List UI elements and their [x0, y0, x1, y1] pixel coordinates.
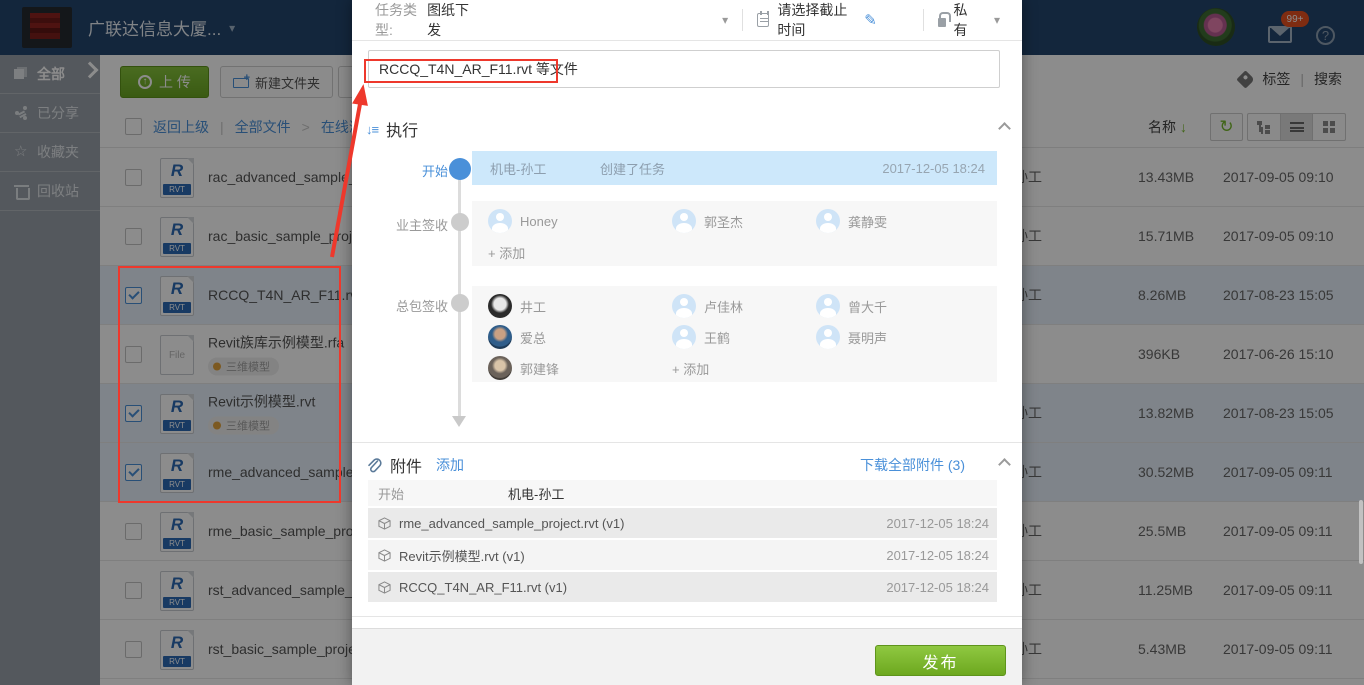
stage-start-dot	[449, 158, 471, 180]
dialog-footer: 发布	[352, 628, 1022, 685]
execution-flow-icon: ↓≡	[366, 122, 378, 137]
attachment-time: 2017-12-05 18:24	[886, 580, 989, 595]
participant[interactable]: 卢佳林	[672, 293, 816, 319]
divider	[923, 9, 924, 31]
start-time: 2017-12-05 18:24	[882, 161, 985, 176]
participant-avatar	[816, 294, 840, 318]
actor-column: 机电-孙工	[508, 484, 564, 503]
task-type-caret-icon[interactable]: ▾	[722, 13, 728, 27]
participant-avatar	[488, 356, 512, 380]
participant-name: 曾大千	[848, 297, 887, 316]
calendar-icon	[757, 13, 769, 27]
participant[interactable]: 龚静雯	[816, 208, 997, 234]
participant[interactable]: 郭建锋	[488, 355, 672, 381]
lock-icon	[938, 18, 947, 27]
stage-owner-label: 业主签收	[368, 215, 448, 234]
model-cube-icon	[378, 549, 391, 562]
edit-pencil-icon[interactable]: ✎	[864, 11, 877, 29]
participant-avatar	[816, 209, 840, 233]
participant-avatar	[488, 209, 512, 233]
participant[interactable]: + 添加	[672, 355, 816, 381]
participant[interactable]: 王鹤	[672, 324, 816, 350]
task-type-value[interactable]: 图纸下发	[427, 0, 472, 40]
model-cube-icon	[378, 517, 391, 530]
participant-name: 卢佳林	[704, 297, 743, 316]
participant-avatar	[816, 325, 840, 349]
participant-avatar	[488, 294, 512, 318]
attachment-row[interactable]: Revit示例模型.rvt (v1) 2017-12-05 18:24	[368, 540, 997, 570]
attachment-row[interactable]: RCCQ_T4N_AR_F11.rvt (v1) 2017-12-05 18:2…	[368, 572, 997, 602]
privacy-select[interactable]: 私有	[953, 0, 976, 40]
participant-avatar	[672, 325, 696, 349]
divider	[352, 40, 1022, 41]
participant-name: 爱总	[520, 328, 546, 347]
participant-name: + 添加	[672, 359, 709, 378]
participant-avatar	[488, 325, 512, 349]
participant-avatar	[672, 294, 696, 318]
paperclip-icon	[366, 457, 382, 474]
contractor-signees-box: 井工 卢佳林 曾大千 爱总 王鹤 聂明声	[472, 286, 997, 382]
participant-name: 郭建锋	[520, 359, 559, 378]
collapse-chevron-icon[interactable]	[998, 458, 1011, 471]
divider	[352, 616, 1022, 617]
participant[interactable]: Honey	[488, 208, 672, 234]
participant-name: 郭圣杰	[704, 212, 743, 231]
deadline-field[interactable]: 请选择截止时间	[777, 0, 856, 40]
divider	[352, 442, 1022, 443]
download-all-link[interactable]: 下载全部附件 (3)	[860, 455, 965, 475]
attachment-name[interactable]: rme_advanced_sample_project.rvt (v1)	[399, 516, 624, 531]
participant[interactable]: 曾大千	[816, 293, 997, 319]
divider	[742, 9, 743, 31]
attachments-table-header: 开始 机电-孙工	[368, 480, 997, 506]
start-actor: 机电-孙工	[490, 159, 600, 178]
attachments-section-header: 附件 添加 下载全部附件 (3)	[366, 452, 985, 478]
privacy-caret-icon[interactable]: ▾	[994, 13, 1000, 27]
task-type-label: 任务类型:	[375, 0, 423, 40]
attachment-time: 2017-12-05 18:24	[886, 516, 989, 531]
participant[interactable]: 爱总	[488, 324, 672, 350]
participant-name: 聂明声	[848, 328, 887, 347]
task-dialog: 任务类型: 图纸下发 ▾ 请选择截止时间 ✎ 私有 ▾ RCCQ_T4N_AR_…	[352, 0, 1022, 685]
collapse-chevron-icon[interactable]	[998, 122, 1011, 135]
participant-name: 井工	[520, 297, 546, 316]
model-cube-icon	[378, 581, 391, 594]
add-attachment-link[interactable]: 添加	[436, 455, 464, 475]
attachment-time: 2017-12-05 18:24	[886, 548, 989, 563]
attachment-name[interactable]: Revit示例模型.rvt (v1)	[399, 546, 525, 565]
participant-name: Honey	[520, 214, 558, 229]
participant-name: + 添加	[488, 243, 525, 262]
attachment-row[interactable]: rme_advanced_sample_project.rvt (v1) 201…	[368, 508, 997, 538]
execution-title: 执行	[386, 117, 418, 141]
participant[interactable]: 郭圣杰	[672, 208, 816, 234]
execution-section-header: ↓≡ 执行	[366, 116, 985, 142]
participant-name: 龚静雯	[848, 212, 887, 231]
participant[interactable]: 井工	[488, 293, 672, 319]
stage-contractor-label: 总包签收	[368, 296, 448, 315]
participant-name: 王鹤	[704, 328, 730, 347]
app-window: 广联达信息大厦... ▾ 99+ ? 全部 已分享 收藏夹 回收站	[0, 0, 1364, 685]
task-title-input[interactable]: RCCQ_T4N_AR_F11.rvt 等文件	[368, 50, 1000, 88]
owner-signees-box: Honey 郭圣杰 龚静雯 + 添加	[472, 201, 997, 266]
page-scrollbar[interactable]	[1359, 500, 1363, 564]
stage-column: 开始	[378, 484, 508, 503]
start-action: 创建了任务	[600, 159, 665, 178]
participant-avatar	[672, 209, 696, 233]
stage-start-label: 开始	[368, 161, 448, 180]
start-event-row: 机电-孙工 创建了任务 2017-12-05 18:24	[472, 151, 997, 185]
task-title-text: RCCQ_T4N_AR_F11.rvt 等文件	[379, 59, 578, 79]
stage-contractor-dot	[451, 294, 469, 312]
stage-owner-dot	[451, 213, 469, 231]
participant[interactable]: 聂明声	[816, 324, 997, 350]
attachment-name[interactable]: RCCQ_T4N_AR_F11.rvt (v1)	[399, 580, 567, 595]
publish-button[interactable]: 发布	[875, 645, 1006, 676]
attachments-table: 开始 机电-孙工 rme_advanced_sample_project.rvt…	[368, 480, 997, 602]
task-dialog-header: 任务类型: 图纸下发 ▾ 请选择截止时间 ✎ 私有 ▾	[352, 0, 1022, 40]
timeline-arrow-icon	[452, 416, 466, 427]
participant[interactable]: + 添加	[488, 239, 672, 265]
attachments-title: 附件	[390, 453, 422, 477]
